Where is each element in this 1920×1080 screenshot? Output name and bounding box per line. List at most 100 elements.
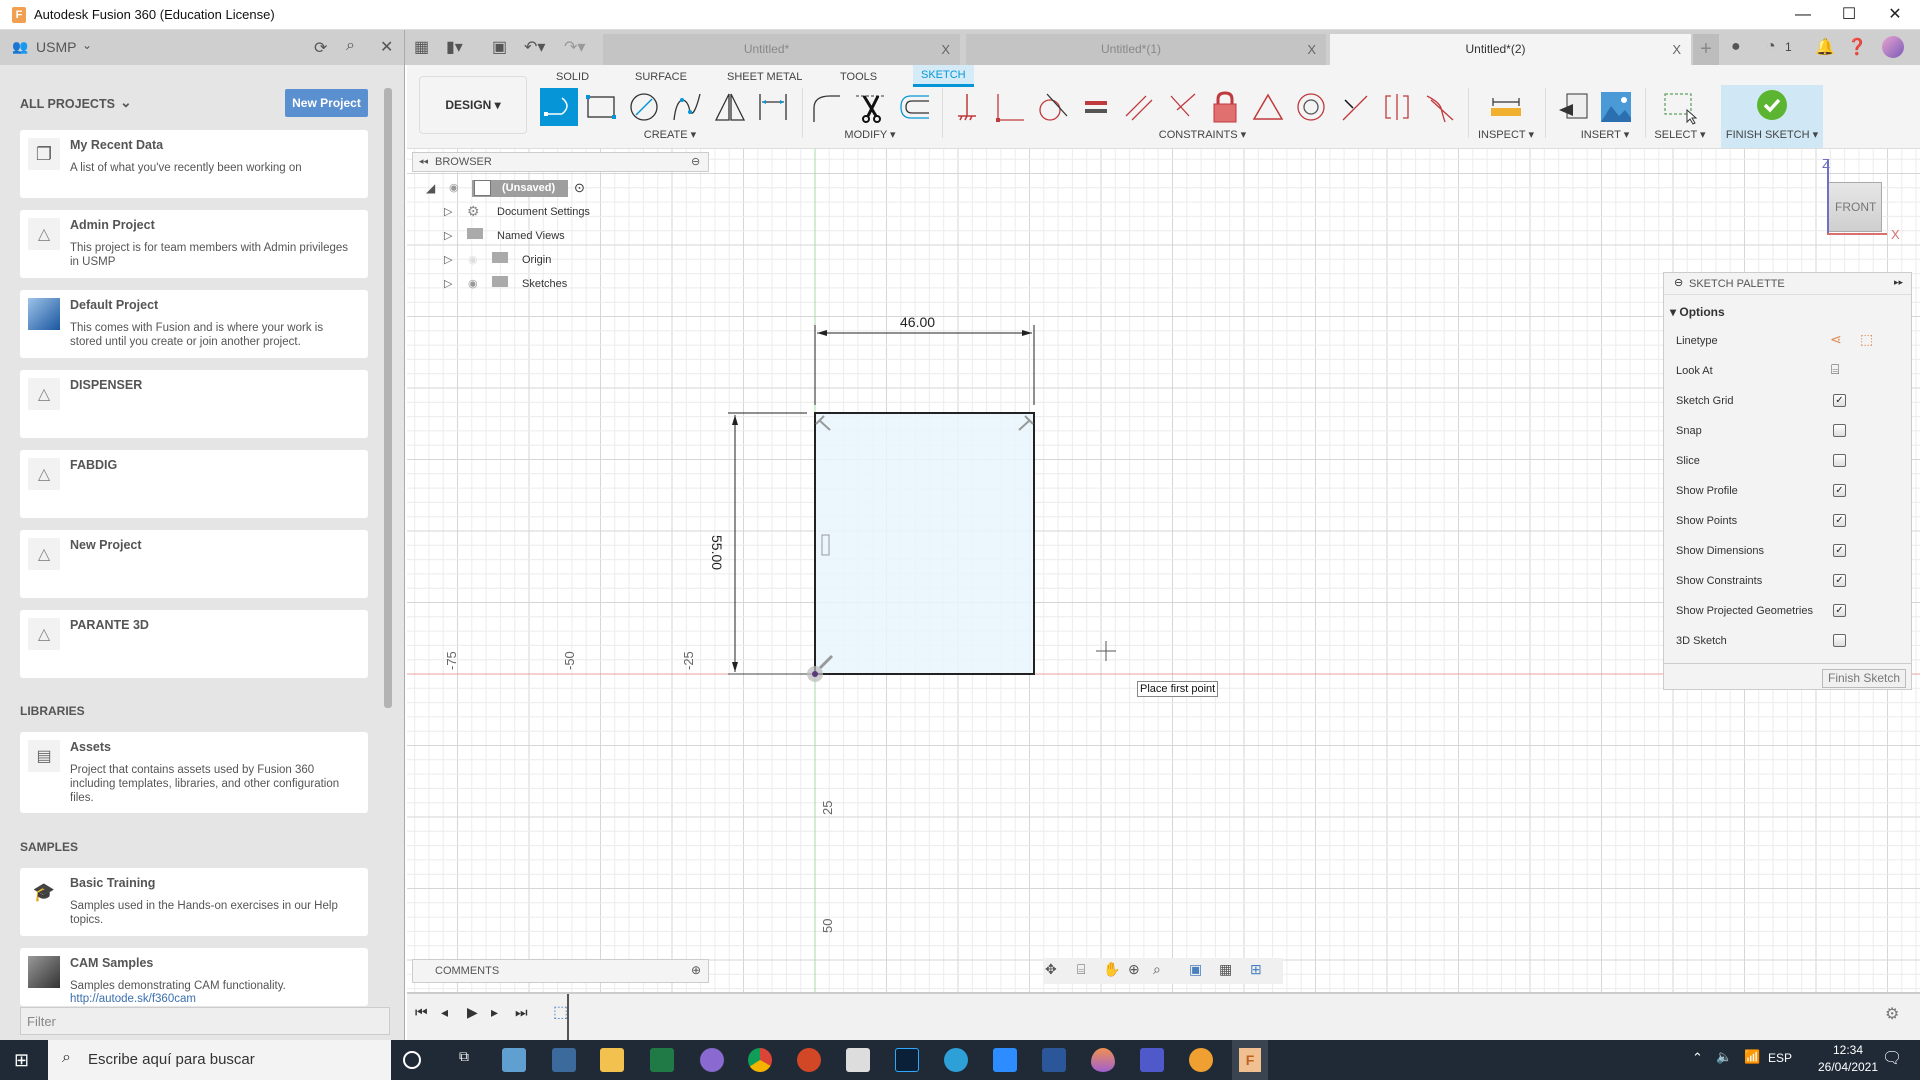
microsoft-store-icon[interactable] (846, 1048, 870, 1072)
insert-canvas-button[interactable] (1597, 88, 1635, 126)
powerpoint-app-icon[interactable] (797, 1048, 821, 1072)
all-projects-header[interactable]: ALL PROJECTS (20, 97, 115, 111)
go-to-end-icon[interactable]: ⏭ (515, 1004, 528, 1021)
tab-surface[interactable]: SURFACE (627, 67, 695, 87)
redo-icon[interactable]: ↷▾ (564, 37, 585, 57)
chevron-down-icon[interactable]: ⌄ (120, 94, 132, 111)
browser-item-named-views[interactable]: Named Views (497, 230, 565, 242)
minimize-button[interactable]: — (1780, 0, 1826, 30)
palette-option-checkbox[interactable]: ✓ (1833, 544, 1846, 557)
cam-samples-link[interactable]: http://autode.sk/f360cam (70, 993, 196, 1005)
notifications-bell-icon[interactable]: 🔔 (1815, 37, 1835, 57)
select-tool-button[interactable] (1661, 88, 1699, 126)
height-dimension-value[interactable]: 55.00 (709, 535, 725, 570)
add-comment-icon[interactable]: ⊕ (691, 963, 701, 977)
tab-solid[interactable]: SOLID (548, 67, 597, 87)
clock-time[interactable]: 12:34 (1818, 1043, 1878, 1057)
palette-header[interactable]: ⊖ SKETCH PALETTE ▸▸ (1664, 273, 1911, 295)
panel-scrollbar[interactable] (384, 88, 392, 708)
browser-item-document-settings[interactable]: Document Settings (497, 206, 590, 218)
fillet-tool-button[interactable] (808, 88, 846, 126)
palette-option-checkbox[interactable] (1833, 454, 1846, 467)
browser-panel-header[interactable]: ◂◂ BROWSER ⊖ (412, 152, 709, 172)
midpoint-constraint-button[interactable] (1249, 88, 1287, 126)
project-card[interactable]: △ Admin Project This project is for team… (20, 210, 368, 278)
sample-card[interactable]: 🎓 Basic Training Samples used in the Han… (20, 868, 368, 936)
expand-panel-icon[interactable]: ▸▸ (1894, 277, 1903, 288)
pan-hand-icon[interactable]: ✋ (1103, 961, 1120, 978)
windows-start-icon[interactable]: ⊞ (14, 1050, 29, 1071)
create-menu[interactable]: CREATE ▾ (630, 128, 710, 141)
data-panel-grid-icon[interactable]: ▦ (414, 37, 429, 57)
document-tab-active[interactable]: Untitled*(2) X (1330, 34, 1691, 65)
undo-icon[interactable]: ↶▾ (524, 37, 545, 57)
filter-input[interactable]: Filter (20, 1007, 390, 1035)
document-tab[interactable]: Untitled*(1) X (966, 34, 1326, 65)
finish-sketch-button[interactable]: FINISH SKETCH ▾ (1721, 85, 1823, 148)
edge-app-icon[interactable] (944, 1048, 968, 1072)
team-selector[interactable]: USMP (36, 39, 76, 55)
volume-icon[interactable]: 🔈 (1716, 1049, 1732, 1065)
insert-derive-button[interactable] (1555, 88, 1593, 126)
collinear-constraint-button[interactable] (1335, 88, 1373, 126)
user-avatar[interactable] (1882, 36, 1904, 58)
coincident-constraint-button[interactable] (990, 88, 1028, 126)
project-card[interactable]: △ PARANTE 3D (20, 610, 368, 678)
palette-option-checkbox[interactable] (1833, 424, 1846, 437)
notifications-icon[interactable]: 🗨 (1882, 1048, 1902, 1068)
calculator-app-icon[interactable] (552, 1048, 576, 1072)
viewports-icon[interactable]: ⊞ (1250, 961, 1262, 978)
viewcube-face-label[interactable]: FRONT (1835, 200, 1876, 214)
centerline-linetype-icon[interactable]: ⬚ (1860, 331, 1873, 348)
fix-unfix-constraint-button[interactable] (1206, 88, 1244, 126)
sample-card[interactable]: CAM Samples Samples demonstrating CAM fu… (20, 948, 368, 1006)
expand-arrow-icon[interactable]: ▷ (444, 253, 452, 266)
minimize-circle-icon[interactable]: ⊖ (691, 155, 700, 168)
expand-arrow-icon[interactable]: ▷ (444, 205, 452, 218)
cortana-icon[interactable] (403, 1051, 421, 1069)
circle-tool-button[interactable] (625, 88, 663, 126)
constraints-menu[interactable]: CONSTRAINTS ▾ (1150, 128, 1255, 141)
library-card[interactable]: ▤ Assets Project that contains assets us… (20, 732, 368, 813)
finish-sketch-palette-button[interactable]: Finish Sketch (1822, 669, 1906, 688)
photoshop-app-icon[interactable] (895, 1048, 919, 1072)
close-tab-icon[interactable]: X (941, 34, 950, 65)
maximize-button[interactable]: ☐ (1826, 0, 1872, 30)
tray-overflow-icon[interactable]: ⌃ (1692, 1050, 1703, 1066)
workspace-switcher[interactable]: DESIGN ▾ (419, 76, 527, 134)
timeline-marker[interactable] (567, 994, 569, 1040)
job-status-icon[interactable]: ◔ (1766, 38, 1776, 56)
visibility-eye-icon[interactable]: ◉ (468, 277, 478, 290)
tab-tools[interactable]: TOOLS (832, 67, 885, 87)
palette-option-checkbox[interactable]: ✓ (1833, 514, 1846, 527)
activate-radio-icon[interactable]: ⊙ (574, 180, 585, 196)
paint3d-app-icon[interactable] (1091, 1048, 1115, 1072)
close-panel-icon[interactable]: ✕ (380, 37, 393, 57)
look-at-icon[interactable]: ⌸ (1077, 961, 1085, 978)
project-card[interactable]: △ DISPENSER (20, 370, 368, 438)
taskbar-search-box[interactable]: ⌕ Escribe aquí para buscar (48, 1040, 391, 1080)
expand-arrow-icon[interactable]: ▷ (444, 277, 452, 290)
task-view-icon[interactable]: ⧉ (452, 1048, 476, 1072)
word-app-icon[interactable] (1042, 1048, 1066, 1072)
insert-menu[interactable]: INSERT ▾ (1570, 128, 1640, 141)
expand-triangle-icon[interactable]: ◢ (426, 181, 435, 195)
document-tab[interactable]: Untitled* X (603, 34, 960, 65)
new-project-button[interactable]: New Project (285, 89, 368, 117)
sketch-dimension-tool-button[interactable] (754, 88, 792, 126)
browser-item-sketches[interactable]: Sketches (522, 278, 567, 290)
picsart-app-icon[interactable] (700, 1048, 724, 1072)
step-forward-icon[interactable]: ▸ (491, 1004, 498, 1021)
construction-linetype-icon[interactable]: ⋖ (1830, 331, 1842, 348)
trim-tool-button[interactable] (852, 88, 890, 126)
zoom-window-icon[interactable]: ⌕ (1153, 961, 1161, 978)
select-menu[interactable]: SELECT ▾ (1648, 128, 1712, 141)
extensions-icon[interactable]: ● (1731, 38, 1741, 56)
palette-option-checkbox[interactable] (1833, 634, 1846, 647)
browser-item-origin[interactable]: Origin (522, 254, 551, 266)
step-back-icon[interactable]: ◂ (441, 1004, 448, 1021)
equal-constraint-button[interactable] (1077, 88, 1115, 126)
tab-sketch[interactable]: SKETCH (913, 65, 974, 87)
perpendicular-constraint-button[interactable] (1163, 88, 1201, 126)
language-indicator[interactable]: ESP (1768, 1051, 1792, 1065)
